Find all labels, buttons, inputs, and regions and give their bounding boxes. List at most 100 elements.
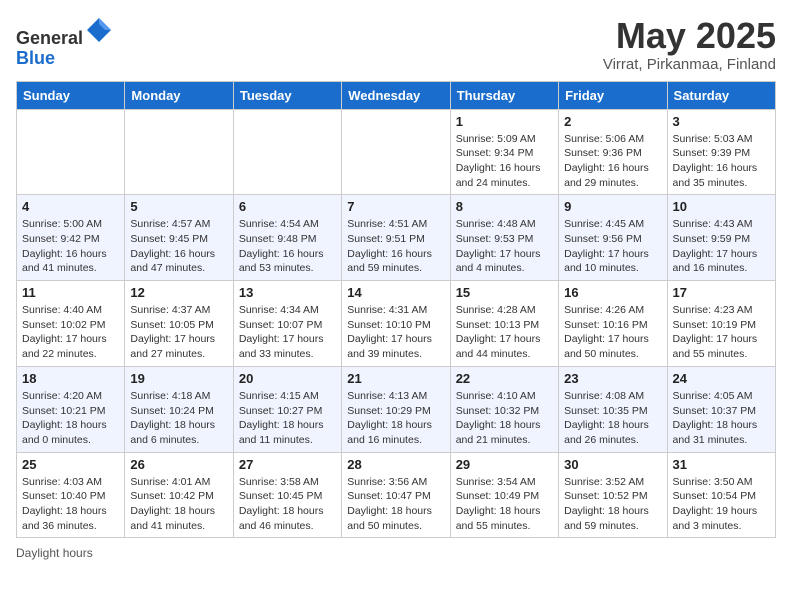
day-info: Sunrise: 3:58 AM Sunset: 10:45 PM Daylig… <box>239 475 336 534</box>
day-number: 30 <box>564 457 661 472</box>
day-info: Sunrise: 4:03 AM Sunset: 10:40 PM Daylig… <box>22 475 119 534</box>
day-number: 1 <box>456 114 553 129</box>
day-cell-24: 24Sunrise: 4:05 AM Sunset: 10:37 PM Dayl… <box>667 366 775 452</box>
day-cell-23: 23 Sunrise: 4:08 AM Sunset: 10:35 PM Dayl… <box>559 366 667 452</box>
day-info: Sunrise: 4:51 AM Sunset: 9:51 PM Dayligh… <box>347 217 444 276</box>
day-cell-17: 17 Sunrise: 4:23 AM Sunset: 10:19 PM Dayl… <box>667 281 775 367</box>
day-info: Sunrise: 5:06 AM Sunset: 9:36 PM Dayligh… <box>564 132 661 191</box>
day-number: 29 <box>456 457 553 472</box>
day-cell-15: 15Sunrise: 4:28 AM Sunset: 10:13 PM Dayl… <box>450 281 558 367</box>
day-cell-9: 9Sunrise: 4:45 AM Sunset: 9:56 PM Daylig… <box>559 195 667 281</box>
day-info: Sunrise: 4:18 AM Sunset: 10:24 PM Daylig… <box>130 389 227 448</box>
day-number: 6 <box>239 199 336 214</box>
day-cell-18: 18Sunrise: 4:20 AM Sunset: 10:21 PM Dayl… <box>17 366 125 452</box>
day-cell-7: 7 Sunrise: 4:51 AM Sunset: 9:51 PM Daylig… <box>342 195 450 281</box>
day-cell-5: 5Sunrise: 4:57 AM Sunset: 9:45 PM Daylig… <box>125 195 233 281</box>
calendar-table: SundayMondayTuesdayWednesdayThursdayFrid… <box>16 81 776 539</box>
day-info: Sunrise: 3:52 AM Sunset: 10:52 PM Daylig… <box>564 475 661 534</box>
day-number: 12 <box>130 285 227 300</box>
day-header-saturday: Saturday <box>667 81 775 109</box>
day-info: Sunrise: 3:54 AM Sunset: 10:49 PM Daylig… <box>456 475 553 534</box>
day-number: 3 <box>673 114 770 129</box>
day-number: 21 <box>347 371 444 386</box>
day-info: Sunrise: 4:34 AM Sunset: 10:07 PM Daylig… <box>239 303 336 362</box>
day-number: 31 <box>673 457 770 472</box>
day-cell-31: 31 Sunrise: 3:50 AM Sunset: 10:54 PM Dayl… <box>667 452 775 538</box>
day-info: Sunrise: 4:01 AM Sunset: 10:42 PM Daylig… <box>130 475 227 534</box>
day-cell-20: 20Sunrise: 4:15 AM Sunset: 10:27 PM Dayl… <box>233 366 341 452</box>
day-info: Sunrise: 4:26 AM Sunset: 10:16 PM Daylig… <box>564 303 661 362</box>
day-number: 7 <box>347 199 444 214</box>
day-info: Sunrise: 4:28 AM Sunset: 10:13 PM Daylig… <box>456 303 553 362</box>
day-info: Sunrise: 4:20 AM Sunset: 10:21 PM Daylig… <box>22 389 119 448</box>
day-cell-16: 16 Sunrise: 4:26 AM Sunset: 10:16 PM Dayl… <box>559 281 667 367</box>
day-header-tuesday: Tuesday <box>233 81 341 109</box>
day-cell-empty <box>17 109 125 195</box>
day-info: Sunrise: 4:43 AM Sunset: 9:59 PM Dayligh… <box>673 217 770 276</box>
day-number: 13 <box>239 285 336 300</box>
week-row-1: 1Sunrise: 5:09 AM Sunset: 9:34 PM Daylig… <box>17 109 776 195</box>
day-info: Sunrise: 4:48 AM Sunset: 9:53 PM Dayligh… <box>456 217 553 276</box>
day-cell-27: 27Sunrise: 3:58 AM Sunset: 10:45 PM Dayl… <box>233 452 341 538</box>
day-header-thursday: Thursday <box>450 81 558 109</box>
day-info: Sunrise: 4:54 AM Sunset: 9:48 PM Dayligh… <box>239 217 336 276</box>
day-cell-empty <box>125 109 233 195</box>
day-number: 14 <box>347 285 444 300</box>
day-info: Sunrise: 4:40 AM Sunset: 10:02 PM Daylig… <box>22 303 119 362</box>
day-info: Sunrise: 4:05 AM Sunset: 10:37 PM Daylig… <box>673 389 770 448</box>
day-number: 10 <box>673 199 770 214</box>
day-number: 19 <box>130 371 227 386</box>
day-info: Sunrise: 3:56 AM Sunset: 10:47 PM Daylig… <box>347 475 444 534</box>
day-number: 28 <box>347 457 444 472</box>
day-number: 25 <box>22 457 119 472</box>
day-info: Sunrise: 4:10 AM Sunset: 10:32 PM Daylig… <box>456 389 553 448</box>
day-number: 2 <box>564 114 661 129</box>
day-cell-1: 1Sunrise: 5:09 AM Sunset: 9:34 PM Daylig… <box>450 109 558 195</box>
day-number: 22 <box>456 371 553 386</box>
day-info: Sunrise: 5:03 AM Sunset: 9:39 PM Dayligh… <box>673 132 770 191</box>
day-info: Sunrise: 4:37 AM Sunset: 10:05 PM Daylig… <box>130 303 227 362</box>
day-info: Sunrise: 3:50 AM Sunset: 10:54 PM Daylig… <box>673 475 770 534</box>
day-number: 4 <box>22 199 119 214</box>
day-info: Sunrise: 4:08 AM Sunset: 10:35 PM Daylig… <box>564 389 661 448</box>
day-number: 17 <box>673 285 770 300</box>
day-cell-13: 13 Sunrise: 4:34 AM Sunset: 10:07 PM Dayl… <box>233 281 341 367</box>
day-number: 9 <box>564 199 661 214</box>
week-row-2: 4Sunrise: 5:00 AM Sunset: 9:42 PM Daylig… <box>17 195 776 281</box>
day-cell-19: 19 Sunrise: 4:18 AM Sunset: 10:24 PM Dayl… <box>125 366 233 452</box>
day-number: 26 <box>130 457 227 472</box>
day-cell-26: 26 Sunrise: 4:01 AM Sunset: 10:42 PM Dayl… <box>125 452 233 538</box>
day-cell-29: 29 Sunrise: 3:54 AM Sunset: 10:49 PM Dayl… <box>450 452 558 538</box>
day-number: 16 <box>564 285 661 300</box>
day-cell-21: 21 Sunrise: 4:13 AM Sunset: 10:29 PM Dayl… <box>342 366 450 452</box>
day-cell-28: 28 Sunrise: 3:56 AM Sunset: 10:47 PM Dayl… <box>342 452 450 538</box>
day-cell-4: 4Sunrise: 5:00 AM Sunset: 9:42 PM Daylig… <box>17 195 125 281</box>
day-cell-11: 11 Sunrise: 4:40 AM Sunset: 10:02 PM Dayl… <box>17 281 125 367</box>
logo-general: General <box>16 28 83 48</box>
day-info: Sunrise: 4:31 AM Sunset: 10:10 PM Daylig… <box>347 303 444 362</box>
day-cell-8: 8Sunrise: 4:48 AM Sunset: 9:53 PM Daylig… <box>450 195 558 281</box>
day-cell-6: 6 Sunrise: 4:54 AM Sunset: 9:48 PM Daylig… <box>233 195 341 281</box>
footer-note: Daylight hours <box>16 546 776 560</box>
day-cell-22: 22 Sunrise: 4:10 AM Sunset: 10:32 PM Dayl… <box>450 366 558 452</box>
day-number: 23 <box>564 371 661 386</box>
header-row: SundayMondayTuesdayWednesdayThursdayFrid… <box>17 81 776 109</box>
title-block: May 2025 Virrat, Pirkanmaa, Finland <box>603 16 776 73</box>
day-number: 11 <box>22 285 119 300</box>
day-info: Sunrise: 4:13 AM Sunset: 10:29 PM Daylig… <box>347 389 444 448</box>
day-info: Sunrise: 4:23 AM Sunset: 10:19 PM Daylig… <box>673 303 770 362</box>
logo-icon <box>85 16 113 44</box>
week-row-4: 18Sunrise: 4:20 AM Sunset: 10:21 PM Dayl… <box>17 366 776 452</box>
day-cell-3: 3 Sunrise: 5:03 AM Sunset: 9:39 PM Daylig… <box>667 109 775 195</box>
location-title: Virrat, Pirkanmaa, Finland <box>603 56 776 73</box>
day-header-friday: Friday <box>559 81 667 109</box>
day-cell-2: 2 Sunrise: 5:06 AM Sunset: 9:36 PM Daylig… <box>559 109 667 195</box>
day-cell-empty <box>342 109 450 195</box>
day-header-sunday: Sunday <box>17 81 125 109</box>
logo-blue: Blue <box>16 48 55 68</box>
day-cell-10: 10 Sunrise: 4:43 AM Sunset: 9:59 PM Dayli… <box>667 195 775 281</box>
day-number: 20 <box>239 371 336 386</box>
week-row-5: 25 Sunrise: 4:03 AM Sunset: 10:40 PM Dayl… <box>17 452 776 538</box>
day-cell-14: 14 Sunrise: 4:31 AM Sunset: 10:10 PM Dayl… <box>342 281 450 367</box>
day-cell-25: 25 Sunrise: 4:03 AM Sunset: 10:40 PM Dayl… <box>17 452 125 538</box>
